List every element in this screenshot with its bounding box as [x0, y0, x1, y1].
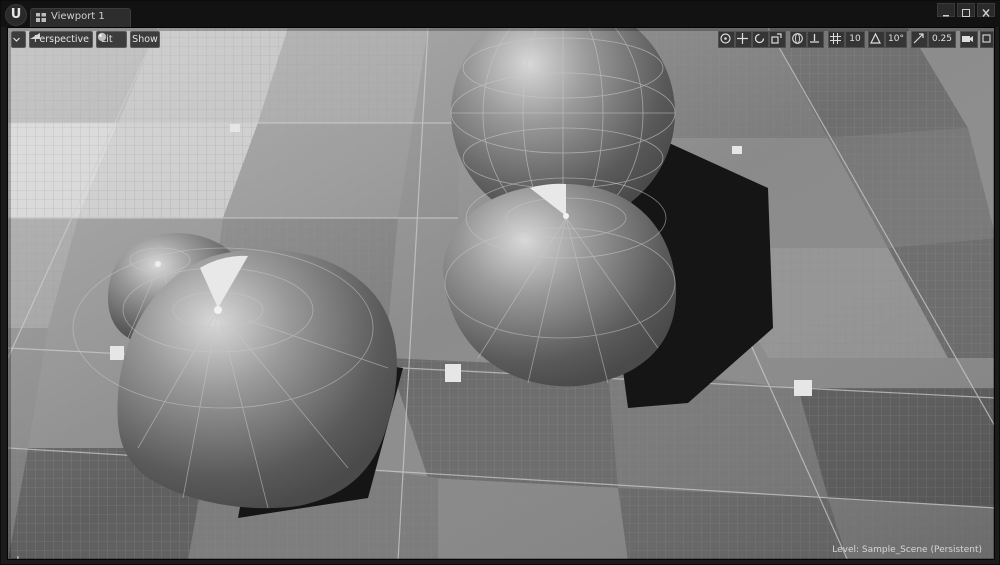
- show-button[interactable]: Show: [130, 31, 160, 48]
- grid-snap-value[interactable]: 10: [845, 31, 865, 48]
- show-label: Show: [132, 34, 158, 45]
- perspective-button[interactable]: Perspective: [29, 31, 93, 48]
- title-bar: U Viewport 1: [1, 1, 1000, 27]
- angle-snap-icon: [870, 32, 881, 44]
- tab-label: Viewport 1: [51, 11, 105, 22]
- rotate-mode-button[interactable]: [752, 31, 769, 48]
- maximize-button[interactable]: [957, 3, 975, 17]
- grid-snap-icon: [830, 33, 841, 44]
- scale-mode-button[interactable]: [769, 31, 786, 48]
- chevron-down-icon: [13, 37, 20, 42]
- world-local-icon: [792, 33, 803, 44]
- level-name-text: Level: Sample_Scene (Persistent): [832, 545, 982, 555]
- translate-mode-button[interactable]: [735, 31, 752, 48]
- level-viewport[interactable]: Perspective Lit Show 10 10° 0.25 Level: …: [7, 27, 995, 560]
- viewport-options-button[interactable]: [11, 31, 26, 48]
- viewport-grid-icon: [36, 13, 46, 22]
- surface-snap-icon: [810, 34, 819, 43]
- perspective-icon: [30, 33, 40, 39]
- scale-snap-toggle[interactable]: [911, 31, 928, 48]
- rotation-snap-value[interactable]: 10°: [885, 31, 907, 48]
- grid-snap-toggle[interactable]: [828, 31, 845, 48]
- perspective-label: Perspective: [34, 34, 90, 45]
- select-icon: [720, 33, 731, 44]
- rotate-icon: [754, 33, 765, 44]
- camera-speed-button[interactable]: [960, 31, 978, 48]
- camera-speed-icon: [962, 36, 973, 42]
- translate-icon: [737, 33, 748, 44]
- lit-button[interactable]: Lit: [96, 31, 127, 48]
- scale-snap-icon: [913, 33, 924, 44]
- scale-icon: [771, 33, 782, 44]
- editor-window: U Viewport 1 Perspective Lit Show 10 10°…: [0, 0, 1000, 565]
- close-button[interactable]: [977, 3, 995, 17]
- angle-snap-toggle[interactable]: [868, 31, 885, 48]
- unreal-logo: U: [5, 4, 27, 26]
- select-mode-button[interactable]: [718, 31, 735, 48]
- minimize-button[interactable]: [937, 3, 955, 17]
- lit-sphere-icon: [97, 32, 107, 42]
- maximize-viewport-button[interactable]: [980, 31, 994, 48]
- minimize-icon: [943, 15, 949, 17]
- tab-viewport[interactable]: Viewport 1: [30, 8, 131, 27]
- close-icon: [982, 9, 990, 17]
- maximize-icon: [962, 9, 970, 17]
- world-local-toggle[interactable]: [790, 31, 807, 48]
- surface-snap-toggle[interactable]: [807, 31, 824, 48]
- maximize-viewport-icon: [982, 34, 991, 43]
- scene-render: [8, 28, 994, 559]
- scale-snap-value[interactable]: 0.25: [928, 31, 956, 48]
